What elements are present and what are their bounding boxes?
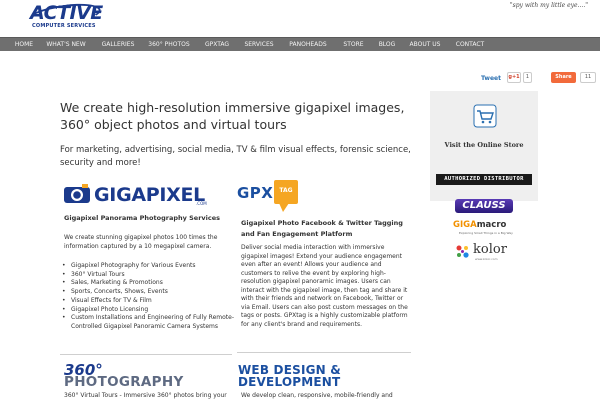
- web-design-logo[interactable]: WEB DESIGN & DEVELOPMENT: [238, 364, 368, 390]
- gigamacro-giga-text: GIGA: [453, 220, 477, 230]
- nav-item-about-us[interactable]: ABOUT US: [406, 38, 444, 51]
- 360-photography-logo[interactable]: 360° PHOTOGRAPHY: [60, 363, 200, 391]
- 360-logo-word: PHOTOGRAPHY: [64, 374, 184, 390]
- gpxtag-title: Gigapixel Photo Facebook & Twitter Taggi…: [241, 219, 403, 238]
- kolor-logo[interactable]: kolor www.kolor.com: [455, 242, 515, 262]
- nav-item-home[interactable]: HOME: [12, 38, 36, 51]
- share-count: 11: [580, 72, 596, 83]
- gpxtag-text: Deliver social media interaction with im…: [241, 244, 408, 328]
- list-item: 360° Virtual Tours: [60, 271, 236, 280]
- nav-item-gpxtag[interactable]: GPXTAG: [203, 38, 231, 51]
- nav-item-store[interactable]: STORE: [340, 38, 367, 51]
- logo-main-text: ACTIVE: [30, 2, 103, 24]
- gigamacro-rest-text: macro: [476, 220, 507, 230]
- authorized-distributor-label: AUTHORIZED DISTRIBUTOR: [436, 174, 532, 185]
- nav-item-galleries[interactable]: GALLERIES: [98, 38, 138, 51]
- clauss-logo[interactable]: CLAUSS: [455, 199, 513, 213]
- nav-item-services[interactable]: SERVICES: [241, 38, 277, 51]
- main-nav: HOME WHAT'S NEW GALLERIES 360° PHOTOS GP…: [0, 37, 600, 51]
- google-plus-button[interactable]: g+1: [507, 72, 521, 83]
- gigapixel-text: We create stunning gigapixel photos 100 …: [64, 234, 218, 250]
- list-item: Gigapixel Photo Licensing: [60, 306, 236, 315]
- web-design-logo-line2: DEVELOPMENT: [238, 375, 341, 389]
- site-tagline: "spy with my little eye....": [509, 2, 588, 9]
- kolor-text: kolor: [473, 242, 507, 257]
- divider: [237, 352, 411, 353]
- gpxtag-tag-tail: [279, 203, 289, 212]
- web-design-text: We develop clean, responsive, mobile-fri…: [241, 392, 393, 399]
- logo-sub-text: COMPUTER SERVICES: [32, 23, 96, 29]
- gigapixel-camera-icon: [64, 184, 90, 203]
- divider: [60, 354, 232, 355]
- nav-item-360-photos[interactable]: 360° PHOTOS: [147, 38, 191, 51]
- gigamacro-tagline: Exploring Small Things in a Big Way: [459, 231, 513, 235]
- intro-subline: For marketing, advertising, social media…: [60, 145, 411, 168]
- online-store-link[interactable]: Visit the Online Store: [430, 141, 538, 149]
- list-item: Custom Installations and Engineering of …: [60, 314, 236, 331]
- gpxtag-logo[interactable]: TAG GPX: [237, 180, 301, 214]
- intro-headline: We create high-resolution immersive giga…: [60, 100, 405, 132]
- nav-item-contact[interactable]: CONTACT: [452, 38, 488, 51]
- list-item: Visual Effects for TV & Film: [60, 297, 236, 306]
- google-plus-count: 1: [523, 72, 532, 83]
- list-item: Sales, Marketing & Promotions: [60, 279, 236, 288]
- kolor-dots-icon: [456, 245, 469, 258]
- site-header: ACTIVE COMPUTER SERVICES "spy with my li…: [0, 0, 600, 37]
- nav-item-blog[interactable]: BLOG: [376, 38, 398, 51]
- gigapixel-logo[interactable]: GIGAPIXEL .COM: [60, 180, 207, 210]
- tweet-button[interactable]: Tweet: [481, 75, 501, 85]
- list-item: Sports, Concerts, Shows, Events: [60, 288, 236, 297]
- shopping-cart-icon[interactable]: [473, 104, 497, 128]
- gigapixel-logo-word: GIGAPIXEL: [94, 184, 205, 206]
- gigapixel-title: Gigapixel Panorama Photography Services: [64, 214, 221, 222]
- nav-item-panoheads[interactable]: PANOHEADS: [286, 38, 330, 51]
- nav-item-whats-new[interactable]: WHAT'S NEW: [45, 38, 87, 51]
- site-logo[interactable]: ACTIVE COMPUTER SERVICES: [25, 0, 103, 33]
- gpxtag-logo-word: GPX: [237, 184, 274, 202]
- gpxtag-logo-tag: TAG: [279, 187, 293, 194]
- gigapixel-services-list: Gigapixel Photography for Various Events…: [60, 262, 236, 332]
- kolor-url: www.kolor.com: [475, 257, 498, 261]
- gigapixel-logo-com: .COM: [196, 201, 207, 206]
- 360-text: 360° Virtual Tours - Immersive 360° phot…: [64, 392, 227, 399]
- list-item: Gigapixel Photography for Various Events: [60, 262, 236, 271]
- share-button[interactable]: Share: [551, 72, 576, 83]
